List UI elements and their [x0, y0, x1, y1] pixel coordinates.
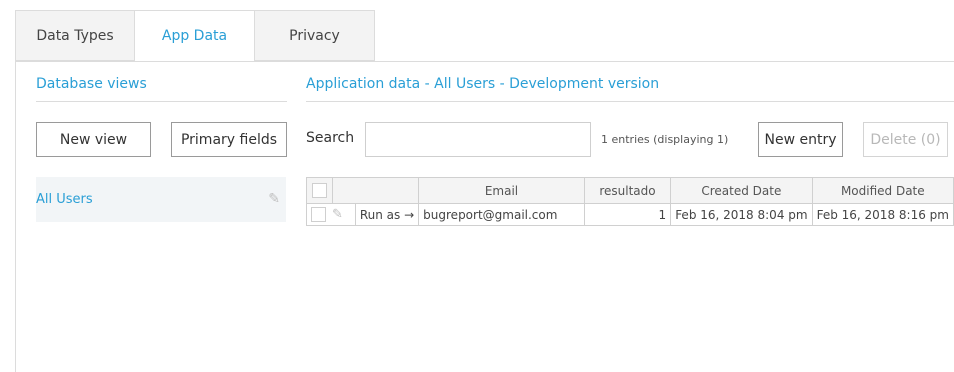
search-input[interactable]	[365, 122, 591, 157]
header-created-date[interactable]: Created Date	[670, 177, 813, 204]
cell-created-date[interactable]: Feb 16, 2018 8:04 pm	[670, 203, 813, 226]
row-checkbox[interactable]	[311, 207, 326, 222]
tab-app-data[interactable]: App Data	[135, 10, 255, 62]
new-entry-button[interactable]: New entry	[758, 122, 843, 157]
row-select-cell: ✎	[306, 203, 356, 226]
pencil-icon[interactable]: ✎	[332, 207, 343, 222]
cell-modified-date[interactable]: Feb 16, 2018 8:16 pm	[811, 203, 954, 226]
select-all-checkbox[interactable]	[311, 183, 327, 198]
view-item-all-users[interactable]: All Users ✎	[36, 177, 286, 222]
header-resultado[interactable]: resultado	[583, 177, 672, 204]
table-row: ✎ Run as → bugreport@gmail.com 1 Feb 16,…	[306, 203, 954, 226]
select-all-cell	[306, 177, 333, 204]
app-data-table: Email resultado Created Date Modified Da…	[306, 177, 954, 226]
database-views-divider	[36, 101, 287, 102]
header-email[interactable]: Email	[418, 177, 585, 204]
tab-bar: Data Types App Data Privacy	[15, 10, 375, 62]
search-label: Search	[306, 130, 355, 146]
tab-privacy[interactable]: Privacy	[255, 10, 375, 61]
view-item-label: All Users	[36, 192, 93, 207]
delete-button[interactable]: Delete (0)	[863, 122, 948, 157]
pencil-icon[interactable]: ✎	[268, 191, 280, 207]
app-data-title: Application data - All Users - Developme…	[306, 76, 660, 92]
header-modified-date[interactable]: Modified Date	[811, 177, 954, 204]
table-header-row: Email resultado Created Date Modified Da…	[306, 177, 954, 204]
primary-fields-button[interactable]: Primary fields	[171, 122, 287, 157]
tab-data-types[interactable]: Data Types	[15, 10, 135, 61]
cell-resultado[interactable]: 1	[583, 203, 672, 226]
cell-email[interactable]: bugreport@gmail.com	[418, 203, 585, 226]
app-data-divider	[306, 101, 954, 102]
database-views-title: Database views	[36, 76, 147, 92]
entries-count: 1 entries (displaying 1)	[601, 133, 729, 146]
content-border-top	[15, 61, 954, 62]
content-border-left	[15, 61, 16, 372]
header-actions	[331, 177, 420, 204]
new-view-button[interactable]: New view	[36, 122, 151, 157]
run-as-link[interactable]: Run as →	[354, 203, 420, 226]
